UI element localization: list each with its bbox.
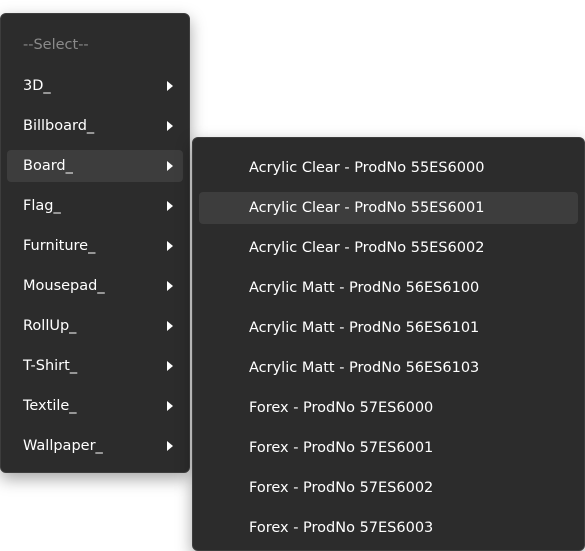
menu-item-label: Furniture_ [23, 238, 96, 254]
submenu-item-forex-57es6000[interactable]: Forex - ProdNo 57ES6000 [199, 392, 578, 424]
chevron-right-icon [167, 401, 173, 411]
submenu-item-label: Acrylic Clear - ProdNo 55ES6002 [249, 240, 485, 256]
submenu-item-label: Acrylic Clear - ProdNo 55ES6000 [249, 160, 485, 176]
submenu-item-label: Forex - ProdNo 57ES6000 [249, 400, 434, 416]
submenu-item-label: Forex - ProdNo 57ES6001 [249, 440, 434, 456]
chevron-right-icon [167, 161, 173, 171]
menu-item-flag[interactable]: Flag_ [7, 190, 183, 222]
chevron-right-icon [167, 121, 173, 131]
chevron-right-icon [167, 81, 173, 91]
board-submenu: Acrylic Clear - ProdNo 55ES6000 Acrylic … [192, 137, 585, 551]
submenu-item-acrylic-clear-55es6002[interactable]: Acrylic Clear - ProdNo 55ES6002 [199, 232, 578, 264]
submenu-item-label: Forex - ProdNo 57ES6002 [249, 480, 434, 496]
menu-item-label: RollUp_ [23, 318, 77, 334]
submenu-item-forex-57es6002[interactable]: Forex - ProdNo 57ES6002 [199, 472, 578, 504]
menu-item-rollup[interactable]: RollUp_ [7, 310, 183, 342]
menu-item-label: Mousepad_ [23, 278, 105, 294]
menu-item-label: Wallpaper_ [23, 438, 103, 454]
submenu-item-acrylic-clear-55es6000[interactable]: Acrylic Clear - ProdNo 55ES6000 [199, 152, 578, 184]
submenu-item-acrylic-matt-56es6103[interactable]: Acrylic Matt - ProdNo 56ES6103 [199, 352, 578, 384]
category-dropdown-menu: --Select-- 3D_ Billboard_ Board_ Flag_ F… [0, 13, 190, 473]
chevron-right-icon [167, 201, 173, 211]
submenu-item-label: Acrylic Clear - ProdNo 55ES6001 [249, 200, 485, 216]
menu-item-furniture[interactable]: Furniture_ [7, 230, 183, 262]
chevron-right-icon [167, 281, 173, 291]
menu-item-board[interactable]: Board_ [7, 150, 183, 182]
submenu-item-label: Acrylic Matt - ProdNo 56ES6100 [249, 280, 480, 296]
menu-item-label: Board_ [23, 158, 73, 174]
submenu-item-label: Acrylic Matt - ProdNo 56ES6101 [249, 320, 480, 336]
submenu-item-acrylic-matt-56es6100[interactable]: Acrylic Matt - ProdNo 56ES6100 [199, 272, 578, 304]
chevron-right-icon [167, 241, 173, 251]
menu-item-label: --Select-- [23, 37, 89, 53]
chevron-right-icon [167, 321, 173, 331]
chevron-right-icon [167, 361, 173, 371]
menu-item-label: Flag_ [23, 198, 61, 214]
menu-item-label: 3D_ [23, 78, 51, 94]
chevron-right-icon [167, 441, 173, 451]
submenu-item-forex-57es6001[interactable]: Forex - ProdNo 57ES6001 [199, 432, 578, 464]
submenu-item-label: Forex - ProdNo 57ES6003 [249, 520, 434, 536]
submenu-item-forex-57es6003[interactable]: Forex - ProdNo 57ES6003 [199, 512, 578, 544]
menu-item-tshirt[interactable]: T-Shirt_ [7, 350, 183, 382]
menu-item-placeholder[interactable]: --Select-- [7, 29, 183, 61]
menu-item-wallpaper[interactable]: Wallpaper_ [7, 430, 183, 462]
menu-item-billboard[interactable]: Billboard_ [7, 110, 183, 142]
menu-item-textile[interactable]: Textile_ [7, 390, 183, 422]
submenu-item-acrylic-matt-56es6101[interactable]: Acrylic Matt - ProdNo 56ES6101 [199, 312, 578, 344]
menu-item-label: T-Shirt_ [23, 358, 78, 374]
submenu-item-acrylic-clear-55es6001[interactable]: Acrylic Clear - ProdNo 55ES6001 [199, 192, 578, 224]
menu-item-mousepad[interactable]: Mousepad_ [7, 270, 183, 302]
menu-item-3d[interactable]: 3D_ [7, 70, 183, 102]
submenu-item-label: Acrylic Matt - ProdNo 56ES6103 [249, 360, 480, 376]
menu-item-label: Billboard_ [23, 118, 95, 134]
menu-item-label: Textile_ [23, 398, 77, 414]
